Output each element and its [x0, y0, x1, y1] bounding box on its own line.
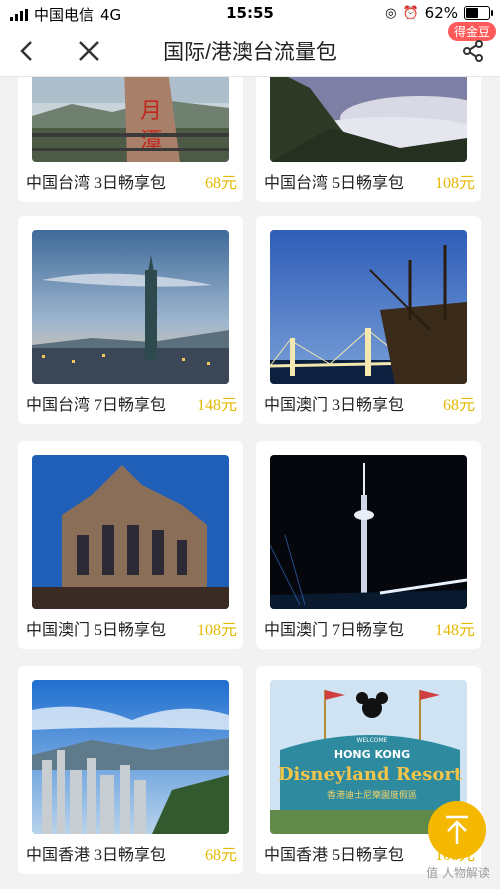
status-right: ◎ ⏰ 62% [385, 4, 493, 22]
product-card[interactable]: 中国香港 3日畅享包 68元 [18, 666, 243, 874]
product-card[interactable]: 月 潭 中国台湾 3日畅享包 68元 [18, 77, 243, 202]
battery-icon [464, 6, 493, 20]
alarm-icon: ⏰ [402, 5, 419, 21]
product-name: 中国台湾 7日畅享包 [26, 397, 167, 414]
product-price: 68元 [442, 397, 475, 414]
product-card[interactable]: 中国台湾 7日畅享包 148元 [18, 216, 243, 424]
share-button[interactable] [458, 36, 488, 66]
product-name: 中国澳门 3日畅享包 [264, 397, 405, 414]
orientation-lock-icon: ◎ [385, 5, 397, 21]
battery-percent: 62% [424, 4, 458, 22]
product-image [32, 230, 229, 384]
product-name: 中国香港 3日畅享包 [26, 847, 167, 864]
product-image [32, 455, 229, 609]
page-title: 国际/港澳台流量包 [163, 41, 337, 64]
svg-text:月: 月 [140, 99, 162, 124]
product-grid: 月 潭 中国台湾 3日畅享包 68元 中国台湾 5日畅享包 108元 中国台湾 … [0, 77, 500, 889]
arrow-up-icon [446, 815, 468, 844]
product-card[interactable]: 中国澳门 7日畅享包 148元 [256, 441, 481, 649]
product-price: 108元 [434, 175, 475, 192]
product-card[interactable]: 中国澳门 5日畅享包 108元 [18, 441, 243, 649]
sign-welcome: WELCOME [357, 737, 388, 744]
sign-cn: 香港迪士尼樂園度假區 [327, 789, 417, 801]
scroll-top-button[interactable] [428, 801, 486, 859]
product-price: 68元 [204, 175, 237, 192]
product-image [270, 77, 467, 162]
product-price: 148元 [434, 622, 475, 639]
product-name: 中国澳门 7日畅享包 [264, 622, 405, 639]
status-bar: 中国电信 4G 15:55 ◎ ⏰ 62% [0, 0, 500, 26]
watermark: 值 人物解读 [426, 866, 490, 880]
product-image [270, 230, 467, 384]
sign-disneyland: Disneyland Resort [278, 764, 463, 785]
product-card[interactable]: 中国澳门 3日畅享包 68元 [256, 216, 481, 424]
share-icon [463, 40, 483, 62]
nav-bar: 国际/港澳台流量包 得金豆 [0, 22, 500, 77]
product-price: 68元 [204, 847, 237, 864]
product-card[interactable]: 中国台湾 5日畅享包 108元 [256, 77, 481, 202]
product-image [270, 455, 467, 609]
product-name: 中国香港 5日畅享包 [264, 847, 405, 864]
sign-hong-kong: HONG KONG [334, 748, 410, 761]
product-price: 108元 [196, 622, 237, 639]
product-name: 中国澳门 5日畅享包 [26, 622, 167, 639]
product-name: 中国台湾 5日畅享包 [264, 175, 405, 192]
product-image: 月 潭 [32, 77, 229, 162]
product-price: 148元 [196, 397, 237, 414]
product-image [32, 680, 229, 834]
product-name: 中国台湾 3日畅享包 [26, 175, 167, 192]
